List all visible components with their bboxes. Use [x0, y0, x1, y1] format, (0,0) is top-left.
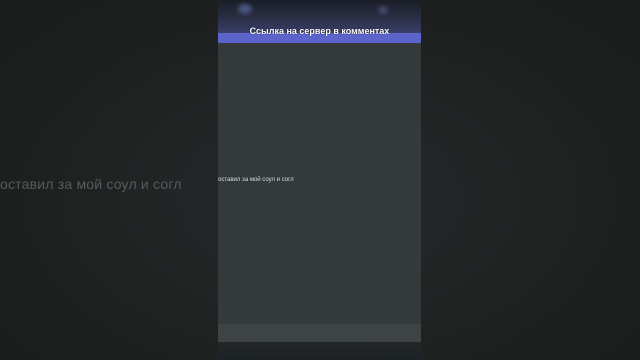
video-caption: оставил за мой соул и согл [218, 177, 294, 183]
background-caption: оставил за мой соул и согл [0, 176, 182, 192]
banner-text: Ссылка на сервер в комментах [249, 26, 390, 36]
message-input-bar[interactable] [218, 324, 421, 342]
video-frame[interactable]: Ссылка на сервер в комментах оставил за … [218, 0, 421, 360]
artwork-highlight [378, 6, 388, 14]
bottom-artwork [218, 342, 421, 360]
artwork-highlight [238, 4, 252, 14]
chat-area [218, 43, 421, 324]
